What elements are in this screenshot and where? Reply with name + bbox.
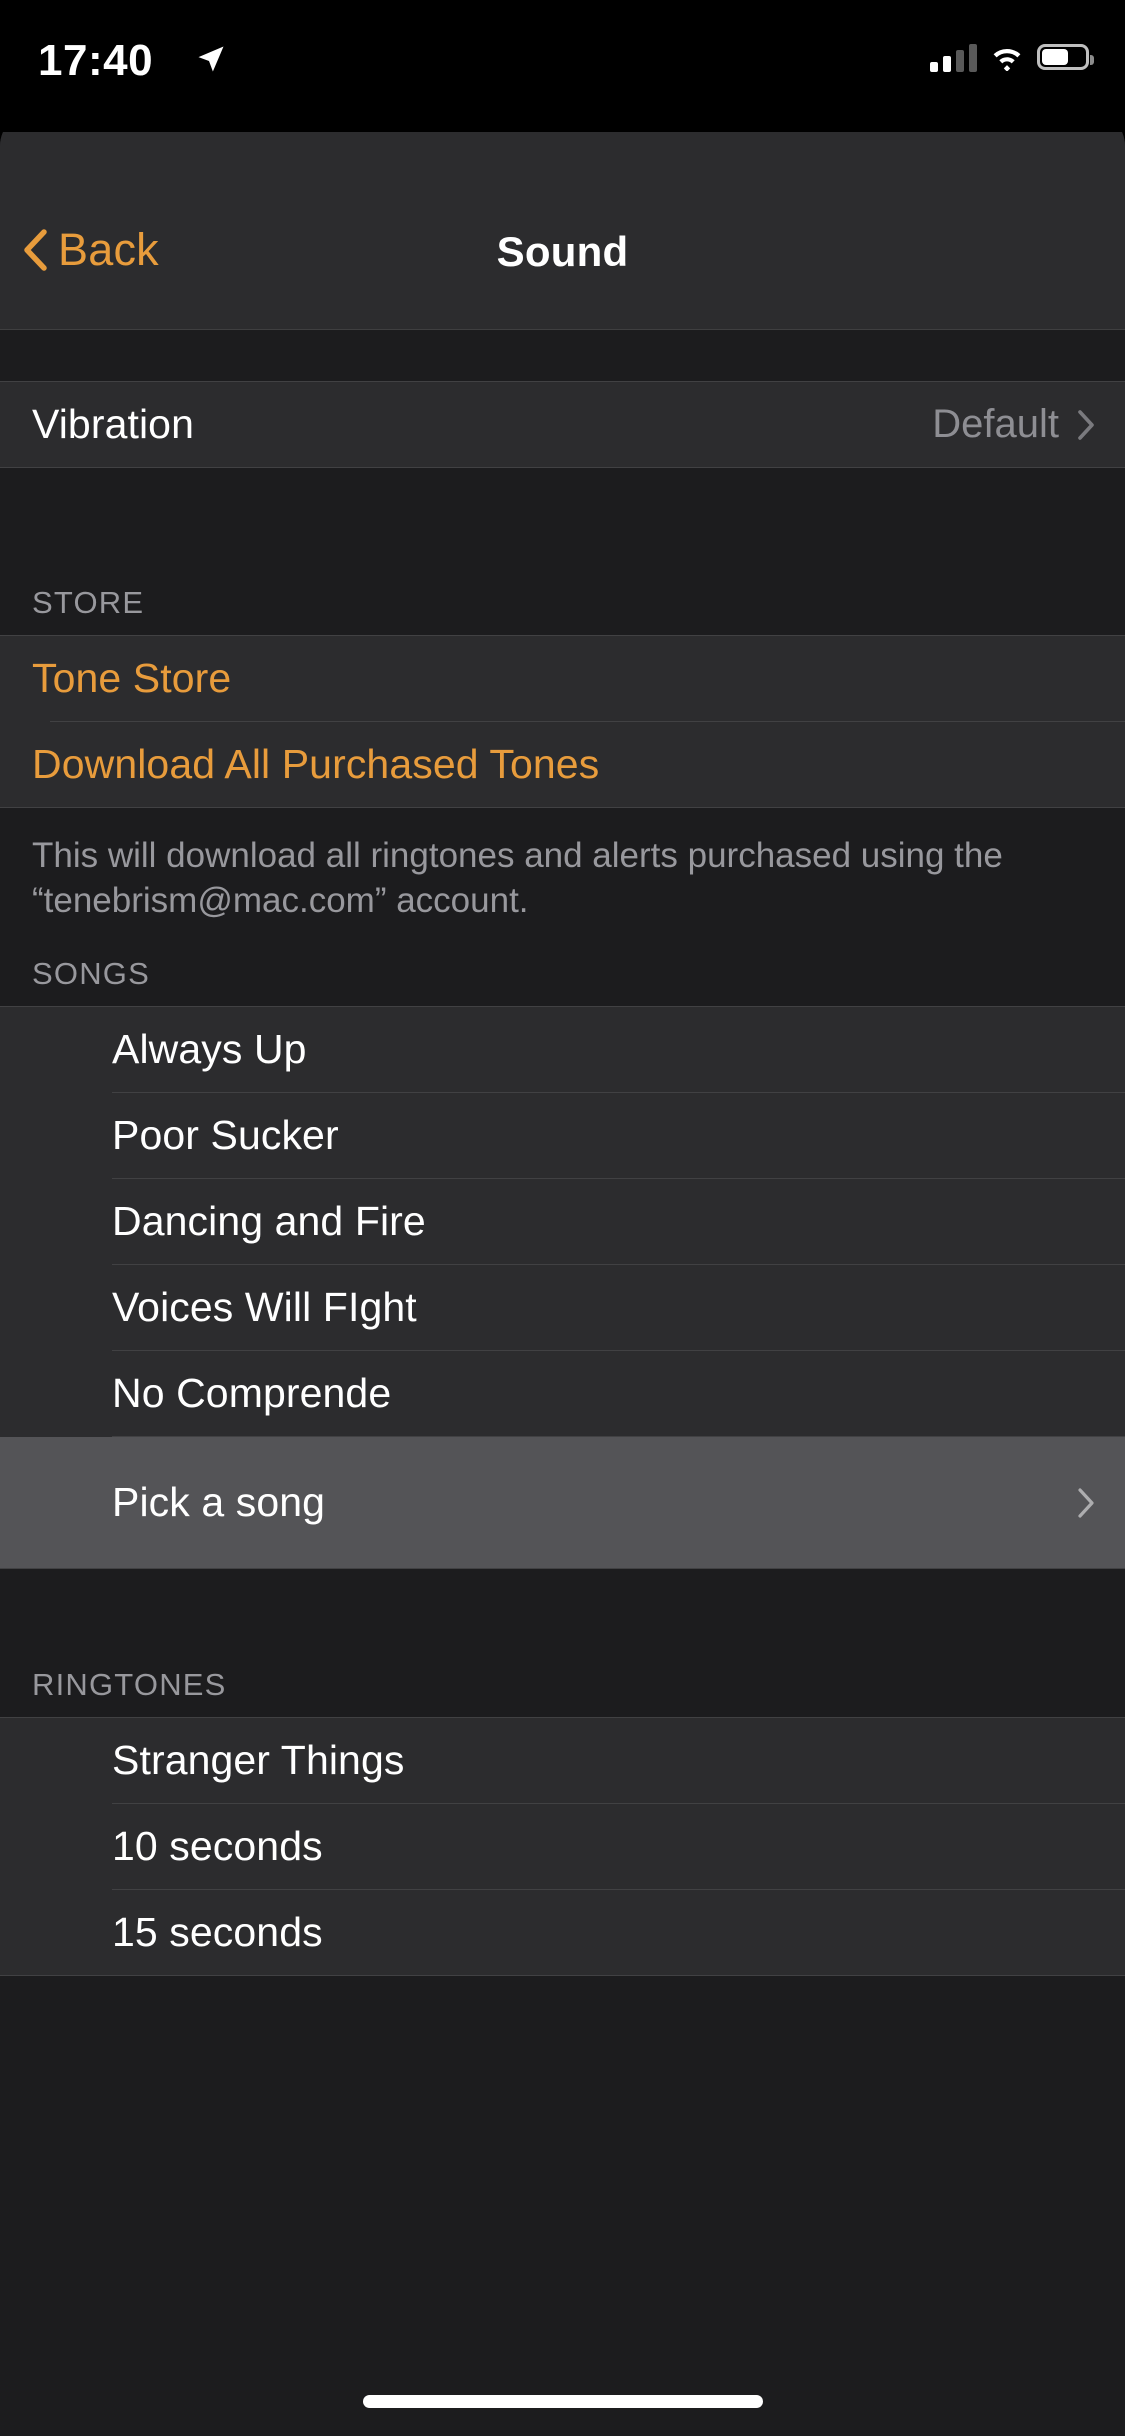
page-title: Sound	[496, 228, 629, 275]
download-all-purchased-tones-label: Download All Purchased Tones	[32, 741, 600, 787]
song-row[interactable]: No Comprende	[0, 1351, 1125, 1436]
ringtone-label: 10 seconds	[112, 1823, 323, 1869]
songs-group: Always Up Poor Sucker Dancing and Fire V…	[0, 1006, 1125, 1569]
ringtone-row[interactable]: Stranger Things	[0, 1718, 1125, 1803]
ringtones-group: Stranger Things 10 seconds 15 seconds	[0, 1717, 1125, 1976]
settings-sheet: Back Sound Vibration Default STORE Tone …	[0, 112, 1125, 2436]
chevron-right-icon	[1078, 409, 1094, 440]
location-arrow-icon	[198, 46, 224, 72]
vibration-value: Default	[932, 402, 1059, 446]
song-row[interactable]: Poor Sucker	[0, 1093, 1125, 1178]
wifi-icon	[993, 48, 1021, 71]
song-label: Poor Sucker	[112, 1112, 339, 1158]
vibration-group: Vibration Default	[0, 381, 1125, 468]
store-group: Tone Store Download All Purchased Tones	[0, 635, 1125, 808]
ringtone-label: 15 seconds	[112, 1909, 323, 1955]
status-bar-time: 17:40	[38, 36, 154, 85]
song-label: Always Up	[112, 1026, 307, 1072]
pick-a-song-accessory	[1077, 1487, 1095, 1519]
spacer-above-vibration	[0, 330, 1125, 381]
ringtone-label: Stranger Things	[112, 1737, 405, 1783]
download-all-purchased-tones-row[interactable]: Download All Purchased Tones	[0, 722, 1125, 807]
song-row[interactable]: Voices Will FIght	[0, 1265, 1125, 1350]
song-row[interactable]: Always Up	[0, 1007, 1125, 1092]
ringtone-row[interactable]: 10 seconds	[0, 1804, 1125, 1889]
status-bar: 17:40	[0, 0, 1125, 132]
chevron-right-icon	[1078, 1487, 1094, 1518]
song-label: No Comprende	[112, 1370, 392, 1416]
song-row[interactable]: Dancing and Fire	[0, 1179, 1125, 1264]
tone-store-row[interactable]: Tone Store	[0, 636, 1125, 721]
store-section-header: STORE	[0, 468, 1125, 635]
song-label: Dancing and Fire	[112, 1198, 426, 1244]
pick-a-song-row[interactable]: Pick a song	[0, 1437, 1125, 1568]
ringtone-row[interactable]: 15 seconds	[0, 1890, 1125, 1975]
songs-section-header: SONGS	[0, 931, 1125, 1006]
battery-icon	[1037, 44, 1094, 70]
song-label: Voices Will FIght	[112, 1284, 417, 1330]
vibration-label: Vibration	[32, 401, 194, 447]
phone-screen: 17:40 Back Sound Vibration Default STORE…	[0, 0, 1125, 2436]
ringtones-section-header: RINGTONES	[0, 1569, 1125, 1717]
pick-a-song-label: Pick a song	[112, 1479, 326, 1525]
cellular-bars-icon	[930, 42, 977, 72]
tone-store-label: Tone Store	[32, 655, 232, 701]
home-indicator[interactable]	[362, 2395, 763, 2408]
status-bar-indicators	[930, 42, 1094, 72]
vibration-row[interactable]: Vibration Default	[0, 382, 1125, 467]
vibration-value-container: Default	[932, 402, 1095, 447]
navigation-bar: Back Sound	[0, 112, 1125, 330]
store-section-footer: This will download all ringtones and ale…	[0, 808, 1125, 931]
